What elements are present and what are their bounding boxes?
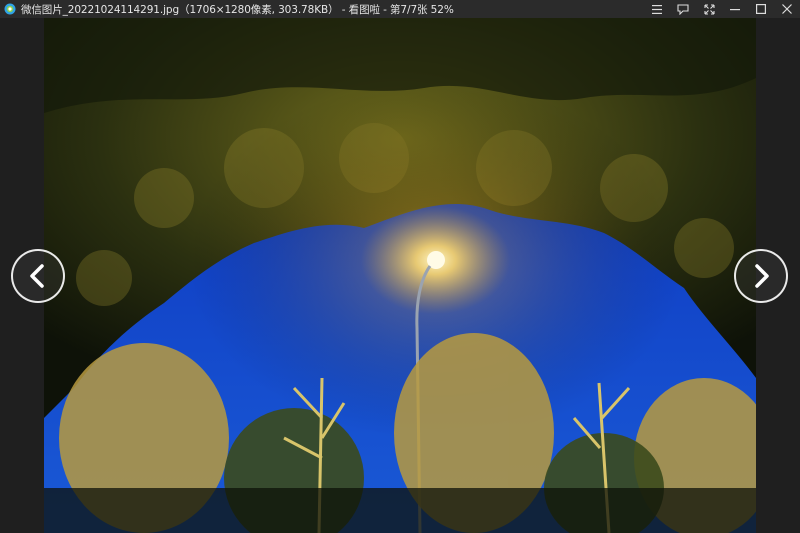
title-bar: 微信图片_20221024114291.jpg（1706×1280像素, 303…: [0, 0, 800, 18]
previous-image-button[interactable]: [11, 249, 65, 303]
window-controls: [644, 0, 800, 18]
image-viewport[interactable]: [0, 18, 800, 533]
minimize-button[interactable]: [722, 0, 748, 18]
viewer-app-icon: [4, 3, 16, 15]
maximize-icon: [756, 4, 766, 14]
menu-button[interactable]: [644, 0, 670, 18]
window-title: 微信图片_20221024114291.jpg（1706×1280像素, 303…: [21, 3, 454, 16]
feedback-icon: [677, 3, 689, 15]
close-button[interactable]: [774, 0, 800, 18]
photo-canvas: [44, 18, 756, 533]
menu-icon: [652, 4, 662, 14]
feedback-button[interactable]: [670, 0, 696, 18]
chevron-right-icon: [755, 264, 769, 288]
minimize-icon: [730, 9, 740, 11]
close-icon: [782, 4, 792, 14]
chevron-left-icon: [30, 264, 44, 288]
fullscreen-icon: [703, 3, 715, 15]
next-image-button[interactable]: [734, 249, 788, 303]
displayed-photo[interactable]: [44, 18, 756, 533]
maximize-button[interactable]: [748, 0, 774, 18]
fullscreen-button[interactable]: [696, 0, 722, 18]
